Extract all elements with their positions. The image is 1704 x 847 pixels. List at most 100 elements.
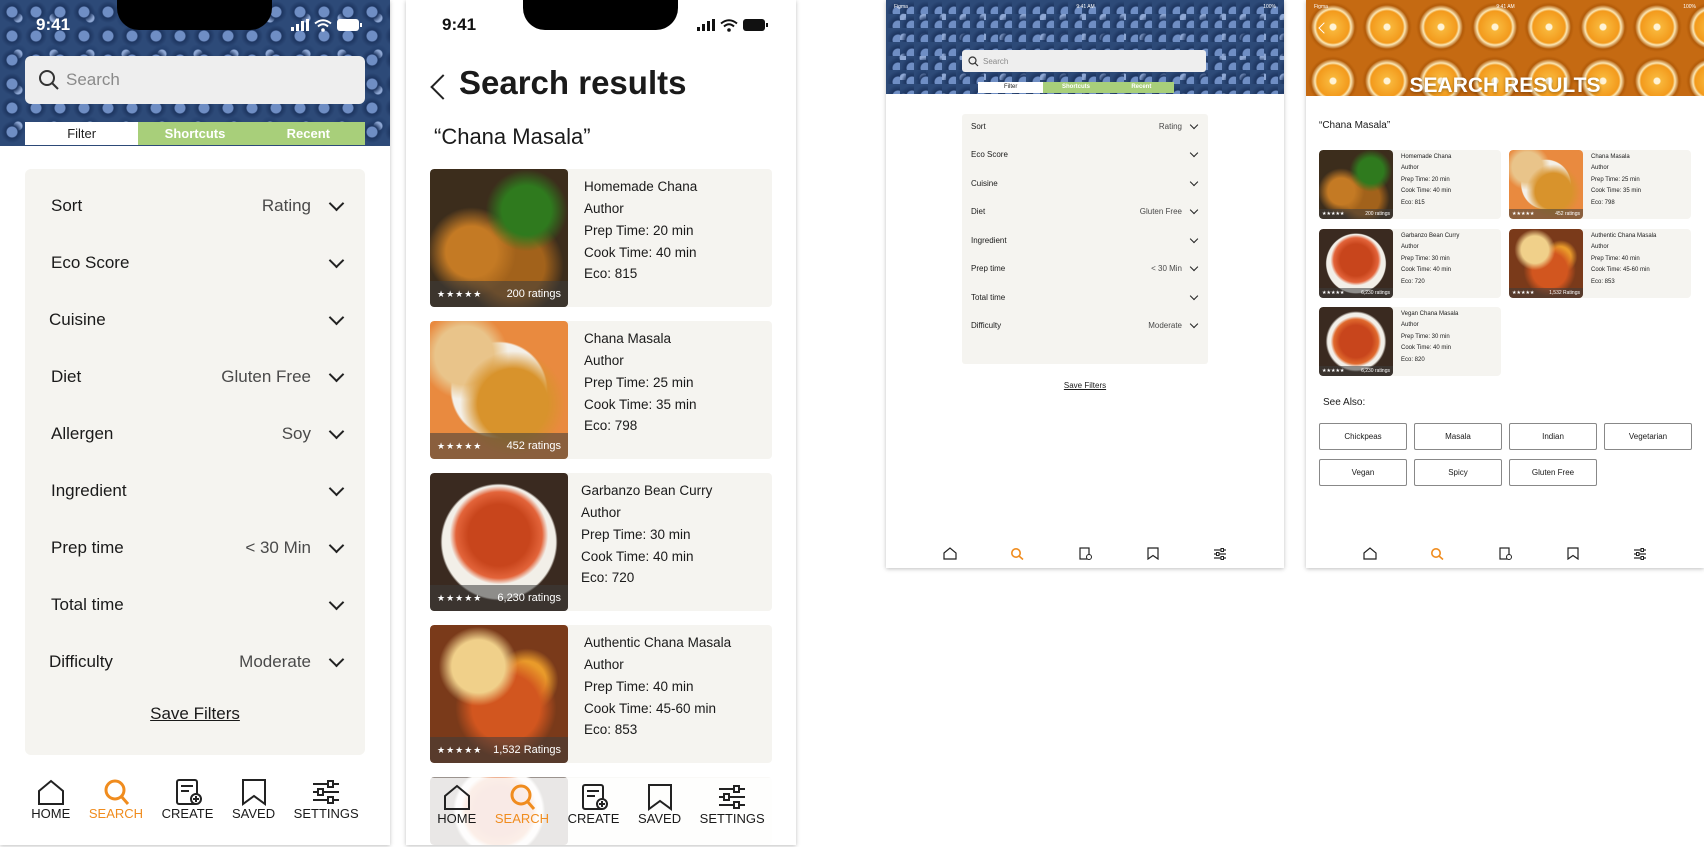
status-carrier: Figma bbox=[1314, 4, 1328, 10]
bookmark-icon[interactable] bbox=[1146, 547, 1160, 560]
status-battery: 100% bbox=[1263, 4, 1276, 10]
tablet-results-screen: Figma 9:41 AM 100% SEARCH RESULTS “Chana… bbox=[1306, 0, 1704, 568]
filter-label: Diet bbox=[971, 206, 986, 216]
bookmark-icon[interactable] bbox=[1566, 547, 1580, 560]
result-card[interactable]: ★★★★★ 200 ratings Homemade Chana Author … bbox=[1319, 150, 1501, 219]
save-filters-link[interactable]: Save Filters bbox=[886, 381, 1284, 390]
recipe-author: Author bbox=[584, 656, 624, 672]
tag-vegan[interactable]: Vegan bbox=[1319, 459, 1407, 486]
result-card[interactable]: ★★★★★ 6,230 ratings Vegan Chana Masala A… bbox=[1319, 307, 1501, 376]
tag-spicy[interactable]: Spicy bbox=[1414, 459, 1502, 486]
filter-row-cuisine[interactable]: Cuisine bbox=[25, 305, 365, 335]
result-card[interactable]: ★★★★★ 1,532 Ratings Authentic Chana Masa… bbox=[1509, 229, 1691, 298]
filter-row-total-time[interactable]: Total time bbox=[962, 290, 1208, 304]
filter-label: Prep time bbox=[51, 538, 124, 557]
tag-chickpeas[interactable]: Chickpeas bbox=[1319, 423, 1407, 450]
sliders-icon[interactable] bbox=[1633, 547, 1647, 560]
filter-row-difficulty[interactable]: Difficulty Moderate bbox=[25, 647, 365, 677]
bookmark-icon bbox=[647, 784, 672, 811]
nav-saved[interactable]: SAVED bbox=[232, 778, 275, 821]
recipe-author: Author bbox=[1401, 322, 1419, 329]
filter-value: Gluten Free bbox=[221, 367, 311, 386]
recipe-eco: Eco: 720 bbox=[581, 570, 635, 586]
result-card[interactable]: ★★★★★ 1,532 Ratings Authentic Chana Masa… bbox=[430, 625, 772, 763]
tag-gluten-free[interactable]: Gluten Free bbox=[1509, 459, 1597, 486]
filter-tabs: Filter Shortcuts Recent bbox=[25, 122, 365, 145]
nav-home[interactable]: HOME bbox=[31, 778, 70, 821]
bottom-nav: HOME SEARCH CREATE SAVED SETTINGS bbox=[0, 778, 390, 828]
recipe-name: Homemade Chana bbox=[584, 179, 698, 194]
filter-label: Prep time bbox=[971, 263, 1006, 273]
ratings-count: 200 ratings bbox=[1365, 211, 1390, 217]
nav-home[interactable]: HOME bbox=[437, 783, 476, 826]
result-card[interactable]: ★★★★★ 200 ratings Homemade Chana Author … bbox=[430, 169, 772, 307]
phone-notch bbox=[117, 0, 272, 30]
filter-row-total-time[interactable]: Total time bbox=[25, 590, 365, 620]
result-card[interactable]: ★★★★★ 452 ratings Chana Masala Author Pr… bbox=[1509, 150, 1691, 219]
back-chevron-icon[interactable] bbox=[430, 74, 456, 100]
recipe-eco: Eco: 815 bbox=[584, 266, 638, 282]
filter-row-cuisine[interactable]: Cuisine bbox=[962, 176, 1208, 190]
recipe-name: Homemade Chana bbox=[1401, 154, 1452, 160]
filter-row-eco-score[interactable]: Eco Score bbox=[25, 248, 365, 278]
filter-row-sort[interactable]: Sort Rating bbox=[962, 119, 1208, 133]
home-icon[interactable] bbox=[1363, 547, 1377, 560]
filter-row-difficulty[interactable]: Difficulty Moderate bbox=[962, 318, 1208, 332]
nav-settings[interactable]: SETTINGS bbox=[700, 783, 765, 826]
nav-search[interactable]: SEARCH bbox=[89, 778, 143, 821]
recipe-cook: Cook Time: 45-60 min bbox=[1591, 267, 1650, 274]
filter-row-diet[interactable]: Diet Gluten Free bbox=[962, 204, 1208, 218]
bottom-nav: HOME SEARCH CREATE SAVED SETTINGS bbox=[406, 783, 796, 833]
filter-row-prep-time[interactable]: Prep time < 30 Min bbox=[962, 261, 1208, 275]
tab-recent[interactable]: Recent bbox=[1108, 82, 1174, 93]
search-input[interactable]: Search bbox=[962, 50, 1206, 72]
filter-value: < 30 Min bbox=[1151, 263, 1182, 273]
recipe-cook: Cook Time: 35 min bbox=[1591, 188, 1642, 195]
filter-row-allergen[interactable]: Allergen Soy bbox=[25, 419, 365, 449]
save-filters-link[interactable]: Save Filters bbox=[25, 704, 365, 724]
filter-row-eco-score[interactable]: Eco Score bbox=[962, 147, 1208, 161]
result-card[interactable]: ★★★★★ 452 ratings Chana Masala Author Pr… bbox=[430, 321, 772, 459]
filter-row-prep-time[interactable]: Prep time < 30 Min bbox=[25, 533, 365, 563]
nav-create[interactable]: CREATE bbox=[568, 783, 619, 826]
nav-search[interactable]: SEARCH bbox=[495, 783, 549, 826]
tab-recent[interactable]: Recent bbox=[251, 122, 365, 145]
filter-row-ingredient[interactable]: Ingredient bbox=[25, 476, 365, 506]
sliders-icon[interactable] bbox=[1213, 547, 1227, 560]
recipe-photo: ★★★★★ 1,532 Ratings bbox=[430, 625, 568, 763]
filter-row-diet[interactable]: Diet Gluten Free bbox=[25, 362, 365, 392]
tag-masala[interactable]: Masala bbox=[1414, 423, 1502, 450]
recipe-cook: Cook Time: 40 min bbox=[1401, 345, 1452, 352]
tab-filter[interactable]: Filter bbox=[25, 122, 139, 145]
home-icon[interactable] bbox=[943, 547, 957, 560]
nav-saved[interactable]: SAVED bbox=[638, 783, 681, 826]
tag-indian[interactable]: Indian bbox=[1509, 423, 1597, 450]
nav-create[interactable]: CREATE bbox=[162, 778, 213, 821]
result-card[interactable]: ★★★★★ 6,230 ratings Garbanzo Bean Curry … bbox=[430, 473, 772, 611]
bottom-nav bbox=[1306, 547, 1704, 563]
tab-shortcuts[interactable]: Shortcuts bbox=[1043, 82, 1109, 93]
tag-vegetarian[interactable]: Vegetarian bbox=[1604, 423, 1692, 450]
star-rating: ★★★★★ bbox=[1322, 290, 1345, 296]
phone-results-screen: 9:41 Search results “Chana Masala” ★★★★★… bbox=[406, 0, 796, 845]
recipe-cook: Cook Time: 35 min bbox=[584, 396, 697, 412]
nav-settings[interactable]: SETTINGS bbox=[294, 778, 359, 821]
search-icon[interactable] bbox=[1010, 547, 1024, 560]
recipe-author: Author bbox=[1591, 165, 1609, 172]
create-icon[interactable] bbox=[1078, 547, 1092, 560]
recipe-eco: Eco: 720 bbox=[1401, 278, 1425, 285]
search-icon[interactable] bbox=[1430, 547, 1444, 560]
result-card[interactable]: ★★★★★ 6,230 ratings Garbanzo Bean Curry … bbox=[1319, 229, 1501, 298]
recipe-prep: Prep Time: 40 min bbox=[584, 678, 694, 694]
filter-row-sort[interactable]: Sort Rating bbox=[25, 191, 365, 221]
tab-shortcuts[interactable]: Shortcuts bbox=[138, 122, 252, 145]
tab-filter[interactable]: Filter bbox=[978, 82, 1044, 93]
star-rating: ★★★★★ bbox=[1322, 211, 1345, 217]
search-input[interactable]: Search bbox=[25, 56, 365, 104]
nav-label: HOME bbox=[437, 811, 477, 826]
recipe-cook: Cook Time: 40 min bbox=[1401, 188, 1452, 195]
ratings-count: 200 ratings bbox=[506, 288, 561, 300]
filter-row-ingredient[interactable]: Ingredient bbox=[962, 233, 1208, 247]
create-icon[interactable] bbox=[1498, 547, 1512, 560]
recipe-eco: Eco: 815 bbox=[1401, 199, 1425, 206]
